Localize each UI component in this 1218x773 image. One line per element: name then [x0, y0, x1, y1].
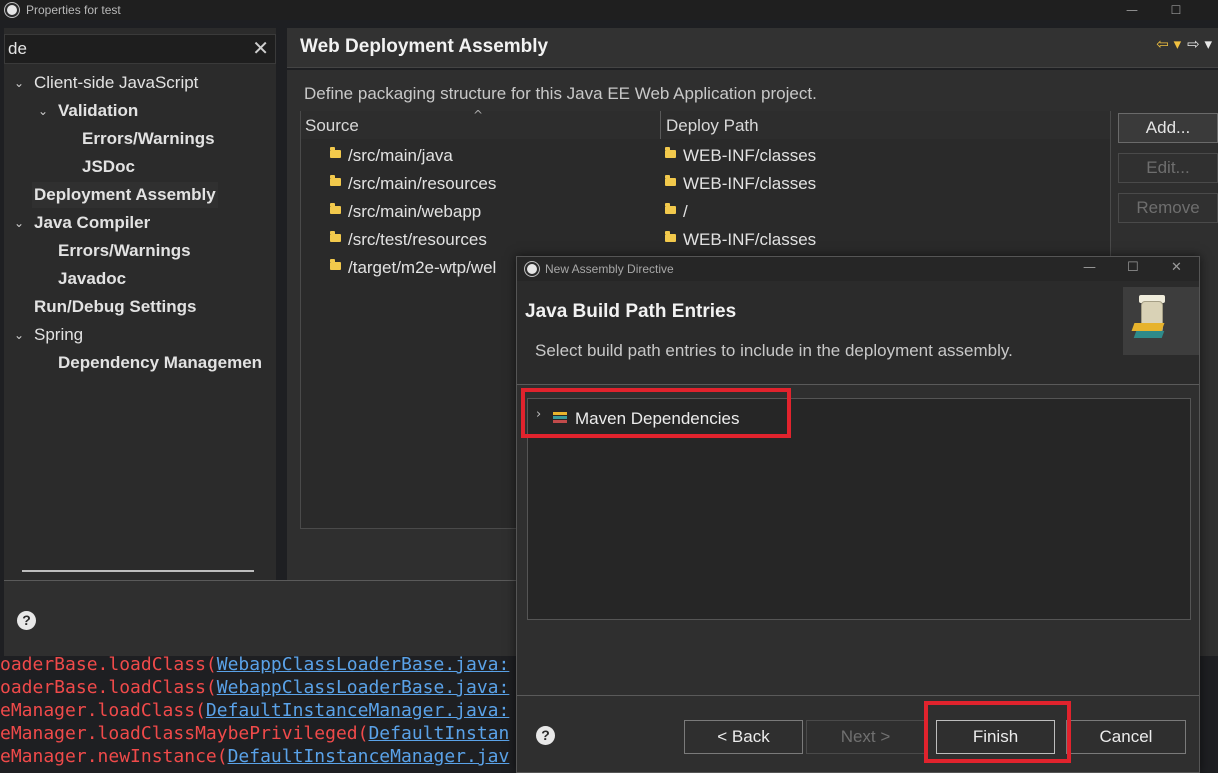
stacktrace-link[interactable]: WebappClassLoaderBase.java:: [217, 677, 510, 698]
column-separator[interactable]: [660, 111, 661, 139]
table-row[interactable]: /src/test/resources: [330, 226, 487, 254]
forward-arrow-icon[interactable]: ⇨ ▾: [1187, 35, 1212, 53]
console-line: oaderBase.loadClass(WebappClassLoaderBas…: [0, 677, 510, 698]
console-line: eManager.loadClass(DefaultInstanceManage…: [0, 700, 510, 721]
table-row-deploy[interactable]: WEB-INF/classes: [665, 170, 816, 198]
dialog-header-description: Select build path entries to include in …: [535, 341, 1013, 360]
background-window-edge: [1200, 540, 1218, 640]
dialog-header: Java Build Path Entries Select build pat…: [517, 281, 1199, 385]
column-header-deploy-path[interactable]: Deploy Path: [661, 111, 1110, 139]
stacktrace-link[interactable]: DefaultInstan: [368, 723, 509, 744]
source-path: /target/m2e-wtp/wel: [348, 258, 497, 277]
tree-item-jsdoc[interactable]: JSDoc: [82, 154, 135, 180]
folder-icon: [330, 231, 341, 242]
minimize-button[interactable]: —: [1110, 0, 1154, 20]
tree-item-errors-warnings[interactable]: Errors/Warnings: [82, 126, 215, 152]
stacktrace-link[interactable]: DefaultInstanceManager.java:: [206, 700, 509, 721]
folder-icon: [330, 259, 341, 270]
page-title: Web Deployment Assembly: [300, 36, 549, 57]
source-path: /src/main/resources: [348, 174, 497, 193]
help-icon[interactable]: ?: [536, 726, 555, 745]
dialog-titlebar: New Assembly Directive — ☐ ✕: [517, 257, 1199, 281]
window-title: Properties for test: [26, 3, 121, 17]
page-header: Web Deployment Assembly ⇦ ▾ ⇨ ▾: [287, 28, 1218, 68]
page-navigation: ⇦ ▾ ⇨ ▾: [1156, 35, 1212, 53]
table-row[interactable]: /target/m2e-wtp/wel: [330, 254, 496, 282]
dialog-close-button[interactable]: ✕: [1171, 260, 1182, 275]
table-row-deploy[interactable]: WEB-INF/classes: [665, 226, 816, 254]
tree-item-java-compiler[interactable]: Java Compiler: [34, 210, 150, 236]
deploy-path: WEB-INF/classes: [683, 146, 817, 165]
source-path: /src/test/resources: [348, 230, 487, 249]
folder-icon: [330, 203, 341, 214]
back-button[interactable]: < Back: [684, 720, 803, 754]
maximize-button[interactable]: ☐: [1154, 0, 1198, 20]
add-button[interactable]: Add...: [1118, 113, 1218, 143]
folder-icon: [665, 147, 676, 158]
dialog-separator: [517, 695, 1199, 696]
tree-item-run-debug-settings[interactable]: Run/Debug Settings: [34, 294, 196, 320]
library-jar-icon: [1123, 287, 1199, 355]
folder-icon: [665, 231, 676, 242]
tree-item-javadoc[interactable]: Javadoc: [58, 266, 126, 292]
dialog-maximize-button[interactable]: ☐: [1127, 260, 1139, 275]
console-line: eManager.newInstance(DefaultInstanceMana…: [0, 746, 510, 767]
tree-item-deployment-assembly[interactable]: Deployment Assembly: [32, 182, 218, 208]
tree-item-client-side-javascript[interactable]: Client-side JavaScript: [34, 70, 198, 96]
stacktrace-link[interactable]: DefaultInstanceManager.jav: [228, 746, 510, 767]
next-button[interactable]: Next >: [806, 720, 925, 754]
sort-indicator-icon: ^: [473, 108, 484, 122]
remove-button[interactable]: Remove: [1118, 193, 1218, 223]
table-row[interactable]: /src/main/java: [330, 142, 453, 170]
new-assembly-directive-dialog: New Assembly Directive — ☐ ✕ Java Build …: [516, 256, 1200, 773]
preference-tree-panel: de ✕ ⌄ Client-side JavaScript ⌄ Validati…: [4, 28, 276, 580]
edit-button[interactable]: Edit...: [1118, 153, 1218, 183]
folder-icon: [330, 147, 341, 158]
deploy-path: WEB-INF/classes: [683, 174, 817, 193]
eclipse-icon: [5, 3, 19, 17]
chevron-down-icon[interactable]: ⌄: [14, 328, 24, 342]
console-output: oaderBase.loadClass(WebappClassLoaderBas…: [0, 656, 518, 773]
chevron-down-icon[interactable]: ⌄: [14, 216, 24, 230]
deploy-path: /: [683, 202, 688, 221]
cancel-button[interactable]: Cancel: [1066, 720, 1186, 754]
horizontal-scrollbar[interactable]: [22, 570, 254, 572]
back-arrow-icon[interactable]: ⇦ ▾: [1156, 35, 1181, 53]
tree-item-validation[interactable]: Validation: [58, 98, 138, 124]
deploy-path: WEB-INF/classes: [683, 230, 817, 249]
window-titlebar: Properties for test — ☐: [0, 0, 1218, 20]
source-path: /src/main/webapp: [348, 202, 482, 221]
folder-icon: [665, 175, 676, 186]
chevron-down-icon[interactable]: ⌄: [38, 104, 48, 118]
highlight-box: [521, 388, 791, 438]
dialog-title: New Assembly Directive: [545, 262, 674, 276]
console-line: oaderBase.loadClass(WebappClassLoaderBas…: [0, 656, 510, 675]
page-description: Define packaging structure for this Java…: [304, 84, 817, 103]
tree-item-spring[interactable]: Spring: [34, 322, 83, 348]
filter-value[interactable]: de: [8, 39, 27, 59]
help-icon[interactable]: ?: [17, 611, 36, 630]
source-path: /src/main/java: [348, 146, 453, 165]
table-row-deploy[interactable]: WEB-INF/classes: [665, 142, 816, 170]
table-row[interactable]: /src/main/webapp: [330, 198, 481, 226]
clear-filter-icon[interactable]: ✕: [252, 36, 269, 60]
table-row-deploy[interactable]: /: [665, 198, 688, 226]
tree-item-dependency-management[interactable]: Dependency Managemen: [58, 350, 262, 376]
eclipse-icon: [525, 262, 539, 276]
stacktrace-link[interactable]: WebappClassLoaderBase.java:: [217, 656, 510, 675]
dialog-minimize-button[interactable]: —: [1083, 260, 1096, 275]
filter-input[interactable]: de ✕: [4, 34, 276, 64]
dialog-header-title: Java Build Path Entries: [525, 301, 737, 322]
console-line: eManager.loadClassMaybePrivileged(Defaul…: [0, 723, 510, 744]
chevron-down-icon[interactable]: ⌄: [14, 76, 24, 90]
folder-icon: [665, 203, 676, 214]
folder-icon: [330, 175, 341, 186]
highlight-box: [924, 701, 1071, 763]
table-row[interactable]: /src/main/resources: [330, 170, 496, 198]
tree-item-errors-warnings-compiler[interactable]: Errors/Warnings: [58, 238, 191, 264]
